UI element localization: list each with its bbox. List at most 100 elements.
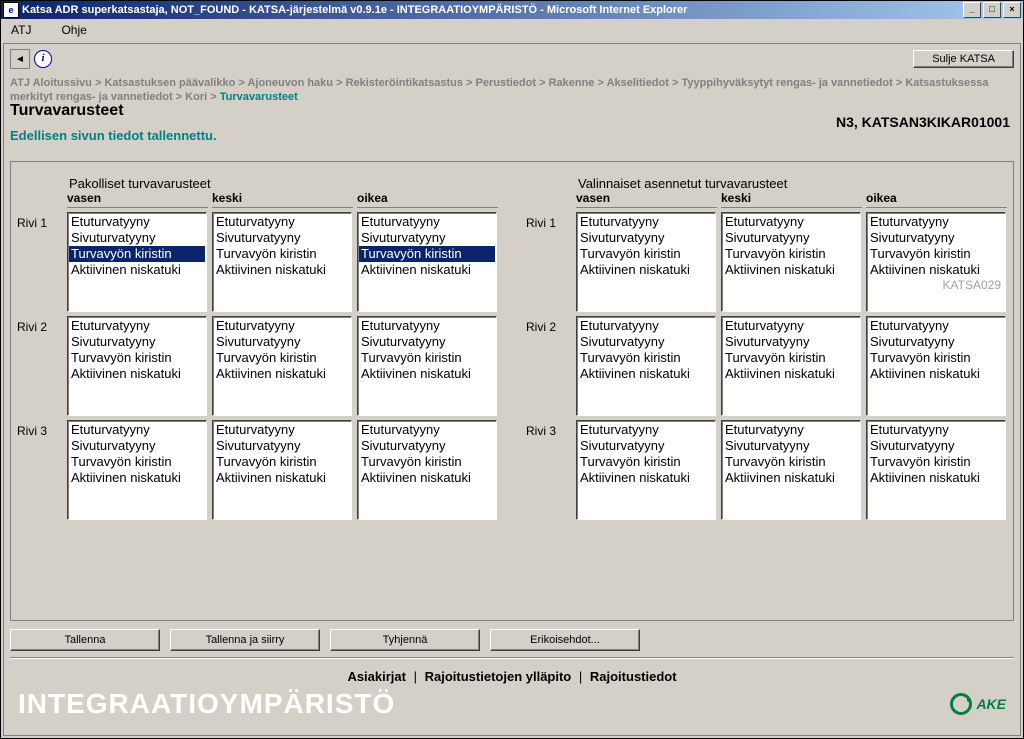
list-item[interactable]: Turvavyön kiristin: [69, 454, 205, 470]
listbox-mandatory-r3-right[interactable]: EtuturvatyynySivuturvatyynyTurvavyön kir…: [357, 420, 497, 520]
list-item[interactable]: Etuturvatyyny: [723, 318, 859, 334]
listbox-optional-r3-right[interactable]: EtuturvatyynySivuturvatyynyTurvavyön kir…: [866, 420, 1006, 520]
listbox-optional-r1-left[interactable]: EtuturvatyynySivuturvatyynyTurvavyön kir…: [576, 212, 716, 312]
listbox-optional-r1-right[interactable]: EtuturvatyynySivuturvatyynyTurvavyön kir…: [866, 212, 1006, 312]
list-item[interactable]: Etuturvatyyny: [578, 318, 714, 334]
list-item[interactable]: Sivuturvatyyny: [868, 334, 1004, 350]
list-item[interactable]: Etuturvatyyny: [578, 214, 714, 230]
list-item[interactable]: Etuturvatyyny: [723, 422, 859, 438]
link-maint[interactable]: Rajoitustietojen ylläpito: [425, 669, 572, 684]
listbox-mandatory-r2-middle[interactable]: EtuturvatyynySivuturvatyynyTurvavyön kir…: [212, 316, 352, 416]
list-item[interactable]: Sivuturvatyyny: [359, 438, 495, 454]
list-item[interactable]: Sivuturvatyyny: [868, 438, 1004, 454]
listbox-mandatory-r1-right[interactable]: EtuturvatyynySivuturvatyynyTurvavyön kir…: [357, 212, 497, 312]
listbox-mandatory-r2-right[interactable]: EtuturvatyynySivuturvatyynyTurvavyön kir…: [357, 316, 497, 416]
listbox-optional-r2-left[interactable]: EtuturvatyynySivuturvatyynyTurvavyön kir…: [576, 316, 716, 416]
list-item[interactable]: Etuturvatyyny: [69, 214, 205, 230]
list-item[interactable]: Sivuturvatyyny: [723, 230, 859, 246]
listbox-mandatory-r1-middle[interactable]: EtuturvatyynySivuturvatyynyTurvavyön kir…: [212, 212, 352, 312]
list-item[interactable]: Etuturvatyyny: [214, 422, 350, 438]
list-item[interactable]: Turvavyön kiristin: [359, 246, 495, 262]
list-item[interactable]: Sivuturvatyyny: [359, 334, 495, 350]
list-item[interactable]: Etuturvatyyny: [69, 422, 205, 438]
crumb-6[interactable]: Akselitiedot: [607, 77, 669, 89]
list-item[interactable]: Aktiivinen niskatuki: [723, 262, 859, 278]
listbox-optional-r3-left[interactable]: EtuturvatyynySivuturvatyynyTurvavyön kir…: [576, 420, 716, 520]
crumb-0[interactable]: ATJ Aloitussivu: [10, 77, 92, 89]
list-item[interactable]: Sivuturvatyyny: [69, 438, 205, 454]
list-item[interactable]: Sivuturvatyyny: [578, 334, 714, 350]
list-item[interactable]: Etuturvatyyny: [868, 318, 1004, 334]
list-item[interactable]: Turvavyön kiristin: [214, 246, 350, 262]
list-item[interactable]: Aktiivinen niskatuki: [359, 366, 495, 382]
listbox-mandatory-r2-left[interactable]: EtuturvatyynySivuturvatyynyTurvavyön kir…: [67, 316, 207, 416]
list-item[interactable]: Turvavyön kiristin: [359, 454, 495, 470]
list-item[interactable]: Aktiivinen niskatuki: [578, 262, 714, 278]
clear-button[interactable]: Tyhjennä: [330, 629, 480, 651]
close-katsa-button[interactable]: Sulje KATSA: [913, 50, 1014, 68]
list-item[interactable]: Aktiivinen niskatuki: [214, 262, 350, 278]
list-item[interactable]: Aktiivinen niskatuki: [359, 470, 495, 486]
crumb-4[interactable]: Perustiedot: [476, 77, 537, 89]
list-item[interactable]: Aktiivinen niskatuki: [868, 470, 1004, 486]
save-button[interactable]: Tallenna: [10, 629, 160, 651]
list-item[interactable]: Turvavyön kiristin: [69, 246, 205, 262]
listbox-optional-r2-right[interactable]: EtuturvatyynySivuturvatyynyTurvavyön kir…: [866, 316, 1006, 416]
list-item[interactable]: Aktiivinen niskatuki: [868, 262, 1004, 278]
list-item[interactable]: Etuturvatyyny: [578, 422, 714, 438]
list-item[interactable]: Etuturvatyyny: [214, 318, 350, 334]
list-item[interactable]: Turvavyön kiristin: [868, 350, 1004, 366]
list-item[interactable]: Sivuturvatyyny: [69, 230, 205, 246]
list-item[interactable]: Aktiivinen niskatuki: [214, 366, 350, 382]
list-item[interactable]: Turvavyön kiristin: [868, 246, 1004, 262]
list-item[interactable]: Turvavyön kiristin: [723, 454, 859, 470]
crumb-7[interactable]: Tyyppihyväksytyt rengas- ja vannetiedot: [681, 77, 892, 89]
info-icon[interactable]: i: [34, 50, 52, 68]
maximize-button[interactable]: □: [983, 2, 1001, 18]
list-item[interactable]: Turvavyön kiristin: [578, 350, 714, 366]
list-item[interactable]: Sivuturvatyyny: [214, 230, 350, 246]
back-button[interactable]: ◄: [10, 49, 30, 69]
list-item[interactable]: Etuturvatyyny: [868, 422, 1004, 438]
list-item[interactable]: Etuturvatyyny: [69, 318, 205, 334]
listbox-optional-r1-middle[interactable]: EtuturvatyynySivuturvatyynyTurvavyön kir…: [721, 212, 861, 312]
list-item[interactable]: Etuturvatyyny: [723, 214, 859, 230]
list-item[interactable]: Turvavyön kiristin: [723, 246, 859, 262]
listbox-optional-r3-middle[interactable]: EtuturvatyynySivuturvatyynyTurvavyön kir…: [721, 420, 861, 520]
crumb-5[interactable]: Rakenne: [549, 77, 595, 89]
list-item[interactable]: Aktiivinen niskatuki: [578, 470, 714, 486]
listbox-mandatory-r3-middle[interactable]: EtuturvatyynySivuturvatyynyTurvavyön kir…: [212, 420, 352, 520]
list-item[interactable]: Aktiivinen niskatuki: [69, 366, 205, 382]
save-go-button[interactable]: Tallenna ja siirry: [170, 629, 320, 651]
list-item[interactable]: Sivuturvatyyny: [723, 438, 859, 454]
list-item[interactable]: Turvavyön kiristin: [578, 246, 714, 262]
close-window-button[interactable]: ×: [1003, 2, 1021, 18]
listbox-mandatory-r3-left[interactable]: EtuturvatyynySivuturvatyynyTurvavyön kir…: [67, 420, 207, 520]
list-item[interactable]: Aktiivinen niskatuki: [868, 366, 1004, 382]
list-item[interactable]: Etuturvatyyny: [214, 214, 350, 230]
list-item[interactable]: Sivuturvatyyny: [214, 438, 350, 454]
list-item[interactable]: Sivuturvatyyny: [723, 334, 859, 350]
link-docs[interactable]: Asiakirjat: [347, 669, 406, 684]
list-item[interactable]: Sivuturvatyyny: [578, 230, 714, 246]
list-item[interactable]: Etuturvatyyny: [359, 214, 495, 230]
list-item[interactable]: Turvavyön kiristin: [868, 454, 1004, 470]
list-item[interactable]: Aktiivinen niskatuki: [578, 366, 714, 382]
minimize-button[interactable]: _: [963, 2, 981, 18]
crumb-3[interactable]: Rekisteröintikatsastus: [346, 77, 463, 89]
crumb-2[interactable]: Ajoneuvon haku: [247, 77, 333, 89]
list-item[interactable]: Turvavyön kiristin: [723, 350, 859, 366]
list-item[interactable]: Sivuturvatyyny: [578, 438, 714, 454]
list-item[interactable]: Aktiivinen niskatuki: [723, 470, 859, 486]
list-item[interactable]: Etuturvatyyny: [868, 214, 1004, 230]
list-item[interactable]: Aktiivinen niskatuki: [723, 366, 859, 382]
list-item[interactable]: Turvavyön kiristin: [578, 454, 714, 470]
listbox-mandatory-r1-left[interactable]: EtuturvatyynySivuturvatyynyTurvavyön kir…: [67, 212, 207, 312]
list-item[interactable]: Sivuturvatyyny: [359, 230, 495, 246]
list-item[interactable]: Turvavyön kiristin: [214, 454, 350, 470]
list-item[interactable]: Etuturvatyyny: [359, 318, 495, 334]
link-restr[interactable]: Rajoitustiedot: [590, 669, 677, 684]
list-item[interactable]: Sivuturvatyyny: [868, 230, 1004, 246]
crumb-1[interactable]: Katsastuksen päävalikko: [104, 77, 235, 89]
list-item[interactable]: Aktiivinen niskatuki: [214, 470, 350, 486]
